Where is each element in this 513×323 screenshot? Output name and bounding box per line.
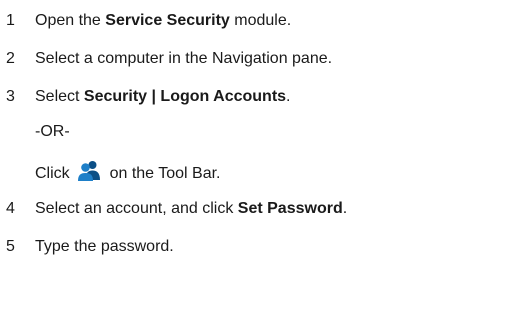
- step-number: 4: [6, 200, 15, 217]
- module-name: Service Security: [105, 12, 230, 29]
- step-number: 3: [6, 88, 15, 105]
- or-separator: -OR-: [35, 123, 70, 140]
- toolbar-alternative: Click on the Tool Bar.: [35, 160, 220, 182]
- step-number: 5: [6, 238, 15, 255]
- menu-path: Security | Logon Accounts: [83, 88, 287, 105]
- step-number: 2: [6, 50, 15, 67]
- step-text: Type the password.: [35, 238, 174, 255]
- instructions-document: 1 Open the Service Security module. 2 Se…: [0, 0, 513, 323]
- step-text: Select Security | Logon Accounts.: [35, 88, 291, 105]
- step-text: Select an account, and click Set Passwor…: [35, 200, 348, 217]
- step-text: Open the Service Security module.: [35, 12, 292, 29]
- logon-accounts-users-icon: [77, 160, 101, 182]
- step-text: Select a computer in the Navigation pane…: [35, 50, 333, 67]
- step-number: 1: [6, 12, 15, 29]
- button-name: Set Password: [237, 200, 343, 217]
